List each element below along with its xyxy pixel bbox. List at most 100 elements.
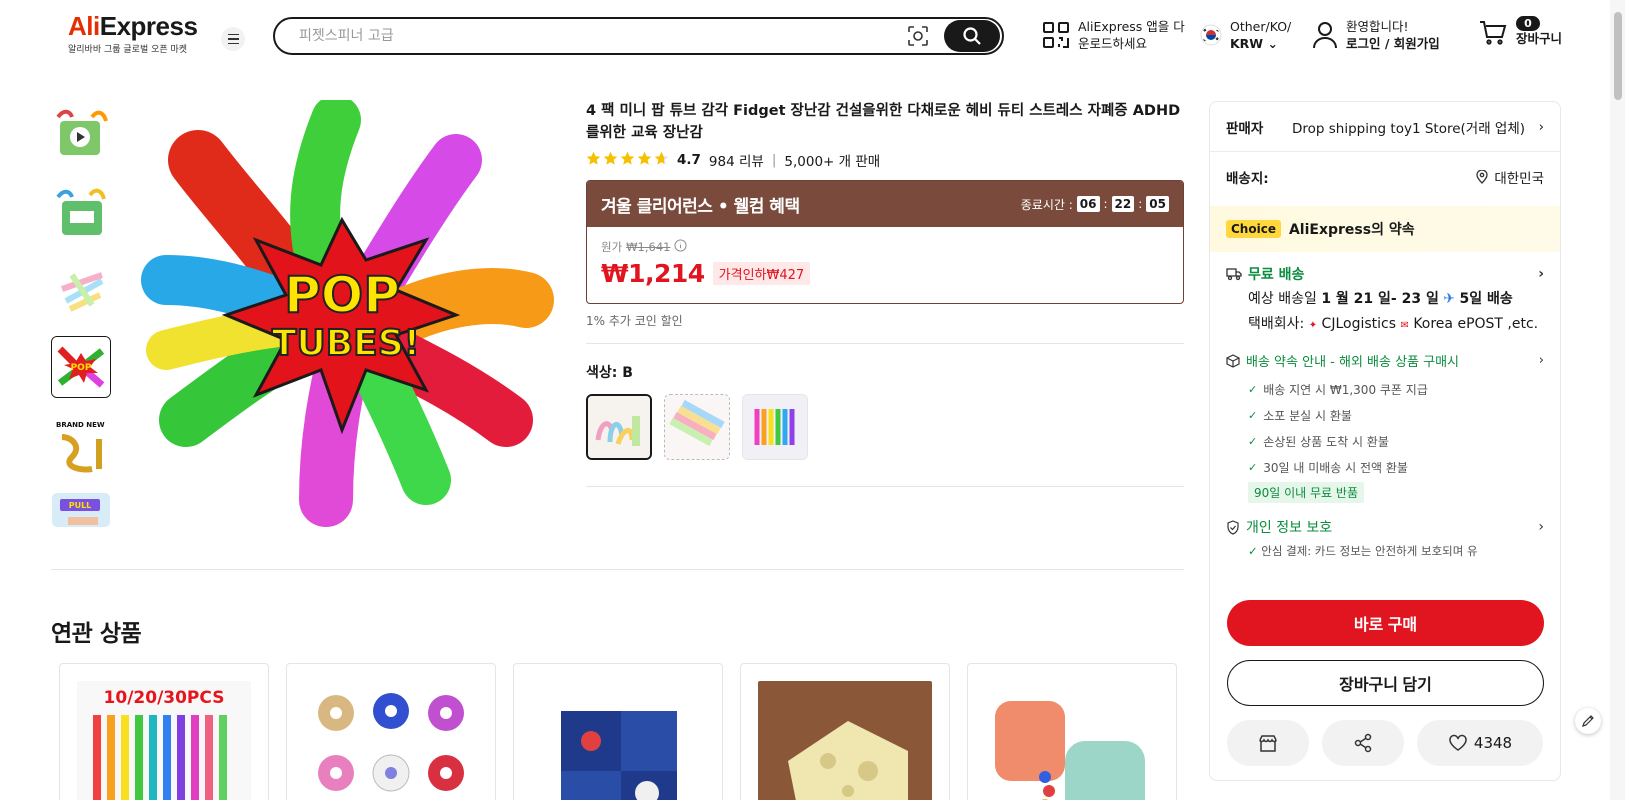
search-button[interactable] (944, 20, 1000, 52)
related-products-list: 10/20/30PCS (59, 663, 1177, 800)
promise-list: ✓ 배송 지연 시 ₩1,300 쿠폰 지급 ✓ 소포 분실 시 환불 ✓ 손상된 상… (1226, 376, 1544, 480)
top-header: AliExpress 알리바바 그룹 글로벌 오픈 마켓 AliExpress … (0, 0, 1610, 72)
thumbnail-2[interactable] (51, 180, 111, 242)
related-product-card[interactable] (286, 663, 496, 800)
choice-promise-text: AliExpress의 약속 (1288, 222, 1415, 238)
seller-row[interactable]: 판매자 Drop shipping toy1 Store(거래 업체) › (1210, 102, 1560, 152)
thumbnail-1[interactable] (51, 102, 111, 164)
seller-label: 판매자 (1226, 120, 1264, 137)
carrier-epost: Korea ePOST ,etc. (1413, 316, 1539, 332)
carrier-label: 택배회사: (1248, 316, 1305, 332)
svg-text:TUBES!: TUBES! (272, 323, 420, 364)
related-product-card[interactable] (513, 663, 723, 800)
color-swatch-3[interactable] (742, 394, 808, 460)
thumbnail-5[interactable]: BRAND NEW (51, 414, 111, 476)
share-button[interactable] (1322, 720, 1404, 766)
app-download-link[interactable]: AliExpress 앱을 다 운로드하세요 (1042, 18, 1185, 52)
wishlist-button[interactable]: 4348 (1417, 720, 1543, 766)
free-shipping-row[interactable]: 무료 배송 › (1226, 264, 1544, 284)
est-dates: 1 월 21 일- 23 일 (1321, 291, 1439, 307)
image-search-icon[interactable] (906, 24, 930, 48)
promise-text: 배송 지연 시 ₩1,300 쿠폰 지급 (1263, 382, 1428, 397)
secondary-actions: 4348 (1227, 720, 1545, 766)
logo-text-ali: Ali (68, 11, 100, 41)
price-promo-box: 겨울 클리어런스 • 웰컴 혜택 종료시간 : 06 : 22 : 05 원가 … (586, 180, 1184, 304)
review-count-link[interactable]: 984 리뷰 (709, 150, 764, 170)
privacy-row[interactable]: 개인 정보 보호 › (1226, 517, 1544, 537)
svg-text:BRAND NEW: BRAND NEW (56, 421, 105, 429)
product-image: 10/20/30PCS (77, 681, 251, 800)
timer-colon: : (1138, 197, 1143, 211)
privacy-label: 개인 정보 보호 (1246, 520, 1333, 536)
heart-icon (1449, 734, 1467, 751)
original-price-label: 원가 (601, 240, 623, 254)
add-to-cart-button[interactable]: 장바구니 담기 (1227, 660, 1544, 706)
related-product-card[interactable]: 10/20/30PCS (59, 663, 269, 800)
promise-item: ✓ 배송 지연 시 ₩1,300 쿠폰 지급 (1248, 376, 1544, 402)
timer-colon: : (1103, 197, 1108, 211)
original-price-row: 원가 ₩1,641 (601, 239, 1169, 255)
privacy-desc: ✓ 안심 결제: 카드 정보는 안전하게 보호되며 유 (1226, 543, 1544, 557)
svg-text:POP: POP (284, 266, 400, 324)
feedback-edit-button[interactable] (1575, 708, 1601, 734)
delivery-promise-row[interactable]: 배송 약속 안내 - 해외 배송 상품 구매시 › (1226, 351, 1544, 370)
delivery-promise-label: 배송 약속 안내 - 해외 배송 상품 구매시 (1246, 355, 1460, 370)
check-icon: ✓ (1248, 408, 1258, 422)
thumbnail-6[interactable]: PULL (51, 492, 111, 528)
language-currency-selector[interactable]: Other/KO/ KRW ⌄ (1200, 18, 1291, 52)
app-download-line2: 운로드하세요 (1078, 36, 1148, 51)
ship-to-row[interactable]: 배송지: 대한민국 (1210, 152, 1560, 202)
cart-icon (1480, 20, 1507, 45)
product-image (531, 681, 705, 800)
welcome-text: 환영합니다! (1346, 19, 1409, 34)
rating-value: 4.7 (677, 152, 701, 168)
promo-banner: 겨울 클리어런스 • 웰컴 혜택 종료시간 : 06 : 22 : 05 (587, 181, 1183, 227)
promise-text: 30일 내 미배송 시 전액 환불 (1263, 460, 1408, 475)
shield-icon (1227, 519, 1239, 535)
svg-text:POP: POP (71, 363, 92, 373)
category-menu-button[interactable] (221, 27, 245, 51)
thumbnail-4-selected[interactable]: POP (51, 336, 111, 398)
info-icon[interactable] (674, 239, 688, 255)
store-button[interactable] (1227, 720, 1309, 766)
color-swatch-b[interactable] (586, 394, 652, 460)
ship-to-country: 대한민국 (1494, 171, 1544, 187)
free-return-badge: 90일 이내 무료 반품 (1248, 482, 1364, 503)
aliexpress-logo[interactable]: AliExpress 알리바바 그룹 글로벌 오픈 마켓 (68, 12, 198, 55)
cart-link[interactable]: 장바구니 0 (1478, 16, 1562, 47)
color-label: 색상: B (586, 365, 633, 381)
account-login-link[interactable]: 환영합니다! 로그인 / 회원가입 (1312, 18, 1440, 52)
choice-badge: Choice (1226, 220, 1281, 238)
search-input[interactable] (299, 21, 906, 51)
related-product-card[interactable] (967, 663, 1177, 800)
epost-logo-icon: ✉ (1400, 320, 1409, 331)
svg-text:PULL: PULL (69, 501, 92, 510)
main-product-image[interactable]: POP TUBES! (126, 95, 558, 532)
plane-icon: ✈ (1443, 291, 1456, 307)
star-icon (586, 151, 601, 170)
est-days: 5일 배송 (1459, 291, 1513, 307)
cj-logo-icon: ✦ (1308, 320, 1318, 331)
page-scrollbar[interactable] (1610, 0, 1625, 800)
search-icon (963, 27, 981, 45)
action-buttons: 바로 구매 장바구니 담기 4348 (1210, 600, 1560, 766)
thumbnail-3[interactable] (51, 258, 111, 320)
related-product-card[interactable] (740, 663, 950, 800)
rating-row: 4.7 984 리뷰 | 5,000+ 개 판매 (586, 150, 1184, 170)
timer-label: 종료시간 : (1020, 197, 1073, 212)
check-icon: ✓ (1248, 434, 1258, 448)
qr-code-icon (1043, 22, 1069, 48)
coin-discount-text: 1% 추가 코인 할인 (586, 314, 683, 328)
color-swatches (586, 394, 1184, 460)
store-icon (1259, 735, 1277, 752)
card-badge-text: 10/20/30PCS (104, 688, 225, 708)
color-swatch-2[interactable] (664, 394, 730, 460)
section-divider (51, 569, 1184, 570)
est-label: 예상 배송일 (1248, 291, 1317, 307)
buy-now-button[interactable]: 바로 구매 (1227, 600, 1544, 646)
scrollbar-thumb[interactable] (1614, 12, 1622, 100)
current-price-row: ₩1,214 가격인하₩427 (601, 259, 1169, 288)
check-icon: ✓ (1248, 460, 1258, 474)
carrier-info: 택배회사: ✦ CJLogistics ✉ Korea ePOST ,etc. (1226, 313, 1544, 337)
promise-item: ✓ 손상된 상품 도착 시 환불 (1248, 428, 1544, 454)
